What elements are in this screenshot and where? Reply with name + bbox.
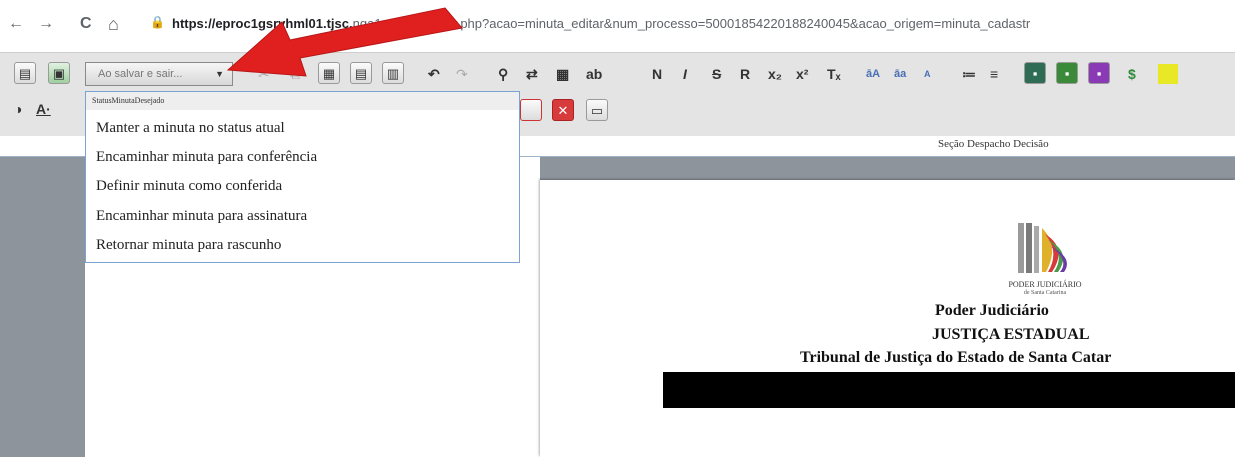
font-color-icon[interactable]: A· <box>36 98 51 120</box>
comment-add-icon[interactable]: ▪ <box>1056 62 1078 84</box>
select-all-icon[interactable]: ▦ <box>556 63 569 85</box>
font-shrink-icon[interactable]: āa <box>894 63 906 85</box>
contrast-icon[interactable]: ◑ <box>14 98 22 120</box>
highlight-icon[interactable] <box>1158 64 1178 84</box>
save-action-select-value: Ao salvar e sair... <box>98 68 183 80</box>
forward-icon[interactable]: → <box>38 14 54 34</box>
find-icon[interactable]: ⚲ <box>498 63 508 85</box>
bold-button[interactable]: N <box>652 63 662 85</box>
document-icon[interactable]: ▭ <box>586 99 608 121</box>
browser-bar: ← → C ⌂ 🔒 https://eproc1gsrvhml01.tjsc.n… <box>0 0 1235 50</box>
left-pane <box>0 157 85 457</box>
strikethrough-button[interactable]: S <box>712 63 721 85</box>
font-grow-icon[interactable]: āA <box>866 63 880 85</box>
redacted-block <box>663 372 1235 408</box>
currency-icon[interactable]: $ <box>1128 63 1136 85</box>
r-format-button[interactable]: R <box>740 63 750 85</box>
document-page[interactable]: PODER JUDICIÁRIO de Santa Catarina Poder… <box>540 180 1235 457</box>
superscript-button[interactable]: x² <box>796 63 808 85</box>
reload-icon[interactable]: C <box>80 14 92 34</box>
dropdown-option[interactable]: Retornar minuta para rascunho <box>96 237 281 254</box>
lock-icon: 🔒 <box>150 15 165 29</box>
save-close-icon[interactable]: ▣ <box>48 62 70 84</box>
subscript-button[interactable]: x₂ <box>768 63 782 85</box>
comment-icon[interactable]: ▪ <box>1024 62 1046 84</box>
home-icon[interactable]: ⌂ <box>108 14 119 34</box>
status-dropdown: StatusMinutaDesejado Manter a minuta no … <box>85 91 520 263</box>
spellcheck-icon[interactable]: ab <box>586 63 602 85</box>
doc-heading-2: JUSTIÇA ESTADUAL <box>932 326 1090 343</box>
save-icon[interactable]: ▤ <box>14 62 36 84</box>
dropdown-option[interactable]: Manter a minuta no status atual <box>96 120 285 137</box>
back-icon[interactable]: ← <box>8 14 24 34</box>
logo-caption: PODER JUDICIÁRIO <box>1008 280 1082 289</box>
table-icon[interactable] <box>520 99 542 121</box>
section-title: Seção Despacho Decisão <box>938 138 1049 150</box>
replace-icon[interactable]: ⇄ <box>526 63 538 85</box>
numbered-list-icon[interactable]: ≔ <box>962 63 976 85</box>
doc-heading-3: Tribunal de Justiça do Estado de Santa C… <box>800 349 1112 366</box>
font-small-icon[interactable]: A <box>924 63 931 85</box>
close-icon[interactable]: ✕ <box>552 99 574 121</box>
court-logo-icon <box>1018 223 1067 273</box>
bullet-list-icon[interactable]: ≡ <box>990 63 998 85</box>
clear-format-button[interactable]: Tₓ <box>827 63 841 85</box>
annotation-arrow-icon <box>226 7 463 77</box>
dropdown-option[interactable]: Encaminhar minuta para conferência <box>96 149 317 166</box>
doc-heading-1: Poder Judiciário <box>935 302 1049 319</box>
dropdown-option[interactable]: Definir minuta como conferida <box>96 178 282 195</box>
logo-subcaption: de Santa Catarina <box>1023 290 1067 296</box>
dropdown-option[interactable]: Encaminhar minuta para assinatura <box>96 208 307 225</box>
italic-button[interactable]: I <box>683 63 687 85</box>
comment-edit-icon[interactable]: ▪ <box>1088 62 1110 84</box>
